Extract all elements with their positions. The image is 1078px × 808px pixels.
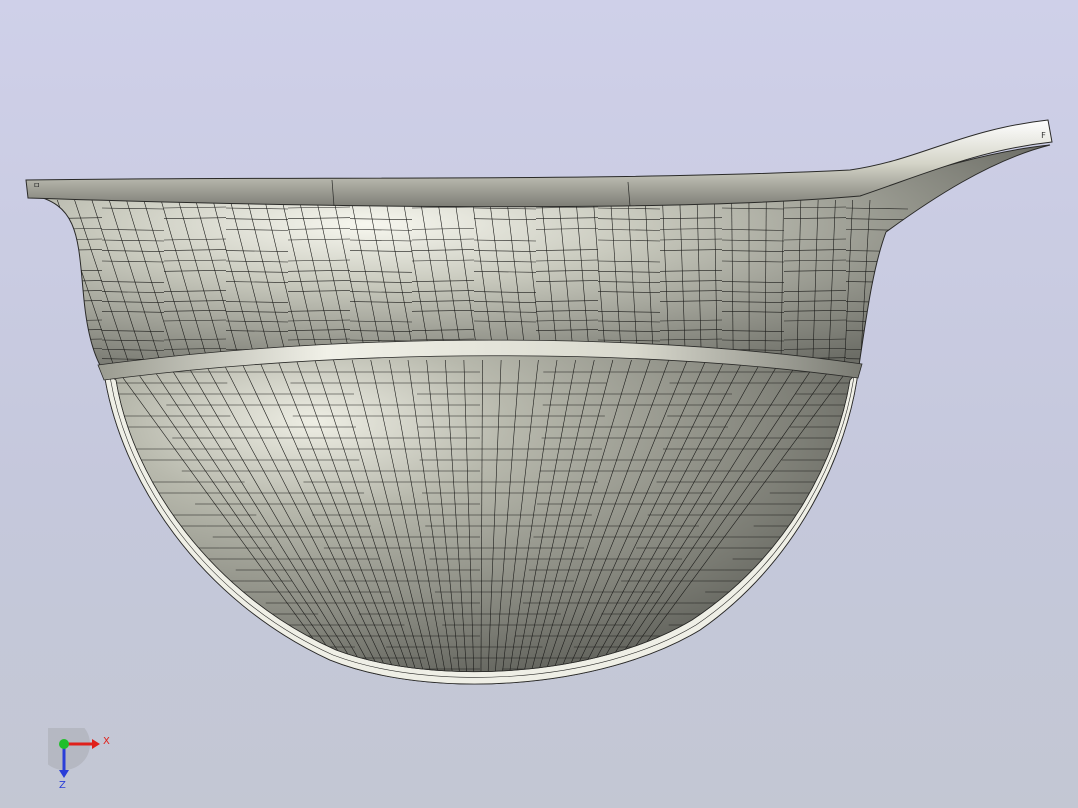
- triad-shadow: [48, 728, 90, 770]
- corner-mark-left: ㅁ: [33, 181, 40, 190]
- y-axis-marker: [59, 739, 69, 749]
- helmet-shell-model[interactable]: ㅁ F: [25, 119, 1053, 690]
- 3d-viewport[interactable]: ㅁ F: [0, 0, 1078, 808]
- z-axis-label: Z: [59, 780, 66, 791]
- x-axis-head: [92, 739, 100, 749]
- axis-triad: X Z: [48, 728, 110, 791]
- x-axis-label: X: [103, 736, 110, 747]
- z-axis-head: [59, 770, 69, 778]
- corner-mark-right: F: [1041, 131, 1046, 140]
